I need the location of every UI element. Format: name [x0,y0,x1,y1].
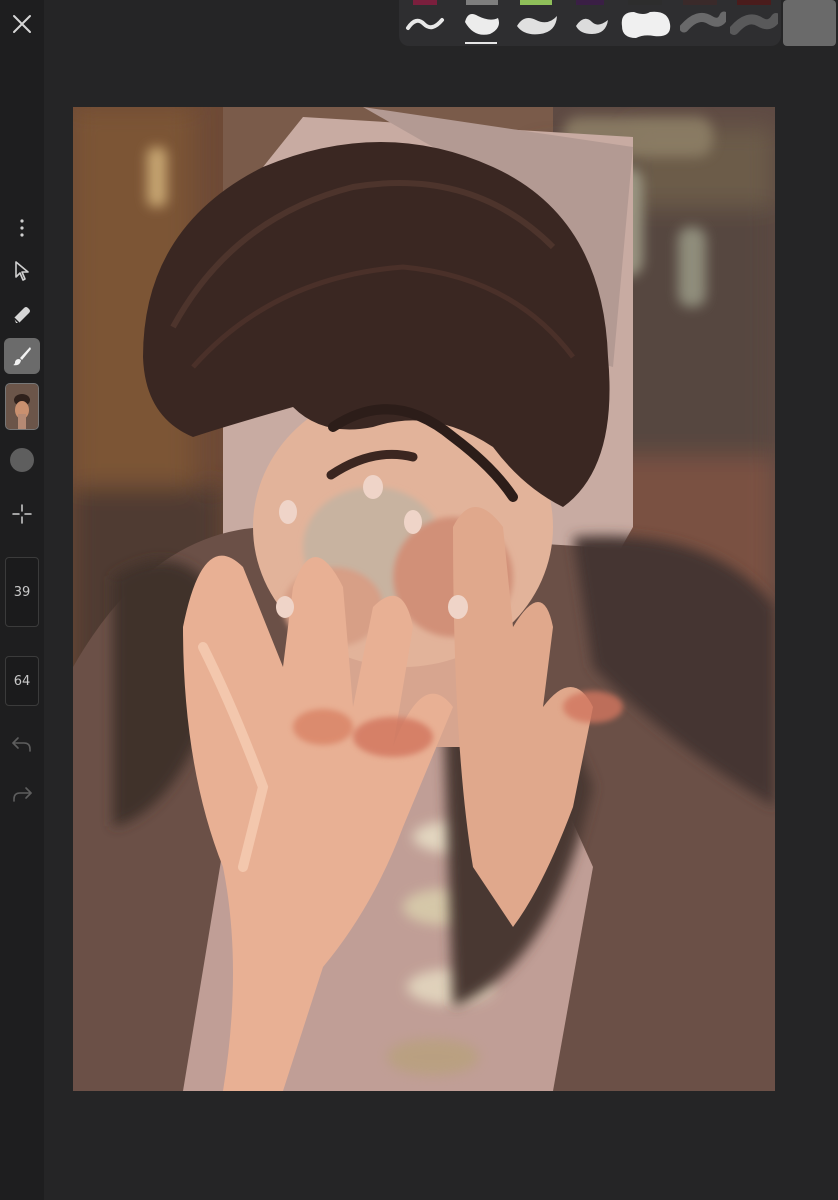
brush-size-value: 39 [13,584,31,600]
brush-preset-1[interactable] [404,6,446,42]
undo-icon [12,737,31,752]
select-tool-button[interactable] [4,253,40,289]
redo-button[interactable] [4,776,40,812]
brush-preset-6[interactable] [680,6,726,42]
brush-opacity-slider[interactable]: 64 [5,656,39,706]
drawing-canvas[interactable] [73,107,775,1091]
left-toolbar: 39 64 [0,0,44,1200]
more-options-button[interactable] [4,210,40,246]
close-button[interactable] [4,6,40,42]
select-arrow-icon [15,261,29,281]
close-icon [13,15,31,33]
swatch-7[interactable] [737,0,771,5]
eraser-tool-button[interactable] [4,296,40,332]
eraser-icon [13,307,30,324]
undo-button[interactable] [4,726,40,762]
painting-artwork [73,107,775,1091]
brush-preset-2[interactable] [460,6,504,42]
swatch-3[interactable] [520,0,552,5]
transform-move-icon [12,504,32,524]
swatch-6[interactable] [683,0,717,5]
brush-icon [13,347,31,366]
more-vertical-icon [20,219,24,237]
transform-tool-button[interactable] [4,496,40,532]
swatch-1[interactable] [413,0,437,5]
brush-tool-button[interactable] [4,338,40,374]
layer-preview-image [6,384,38,429]
brush-preset-7[interactable] [730,6,778,42]
brush-preset-5[interactable] [618,6,674,42]
swatch-2[interactable] [466,0,498,5]
color-picker-button[interactable] [10,448,34,472]
swatch-5[interactable] [628,0,662,5]
swatch-4[interactable] [576,0,604,5]
active-color-swatch[interactable] [783,0,836,46]
selected-brush-indicator [465,42,497,44]
redo-icon [13,787,32,802]
layer-thumbnail[interactable] [5,383,39,430]
brush-size-slider[interactable]: 39 [5,557,39,627]
brush-preset-3[interactable] [514,6,560,42]
brush-preset-4[interactable] [570,6,614,42]
brush-opacity-value: 64 [13,673,31,689]
